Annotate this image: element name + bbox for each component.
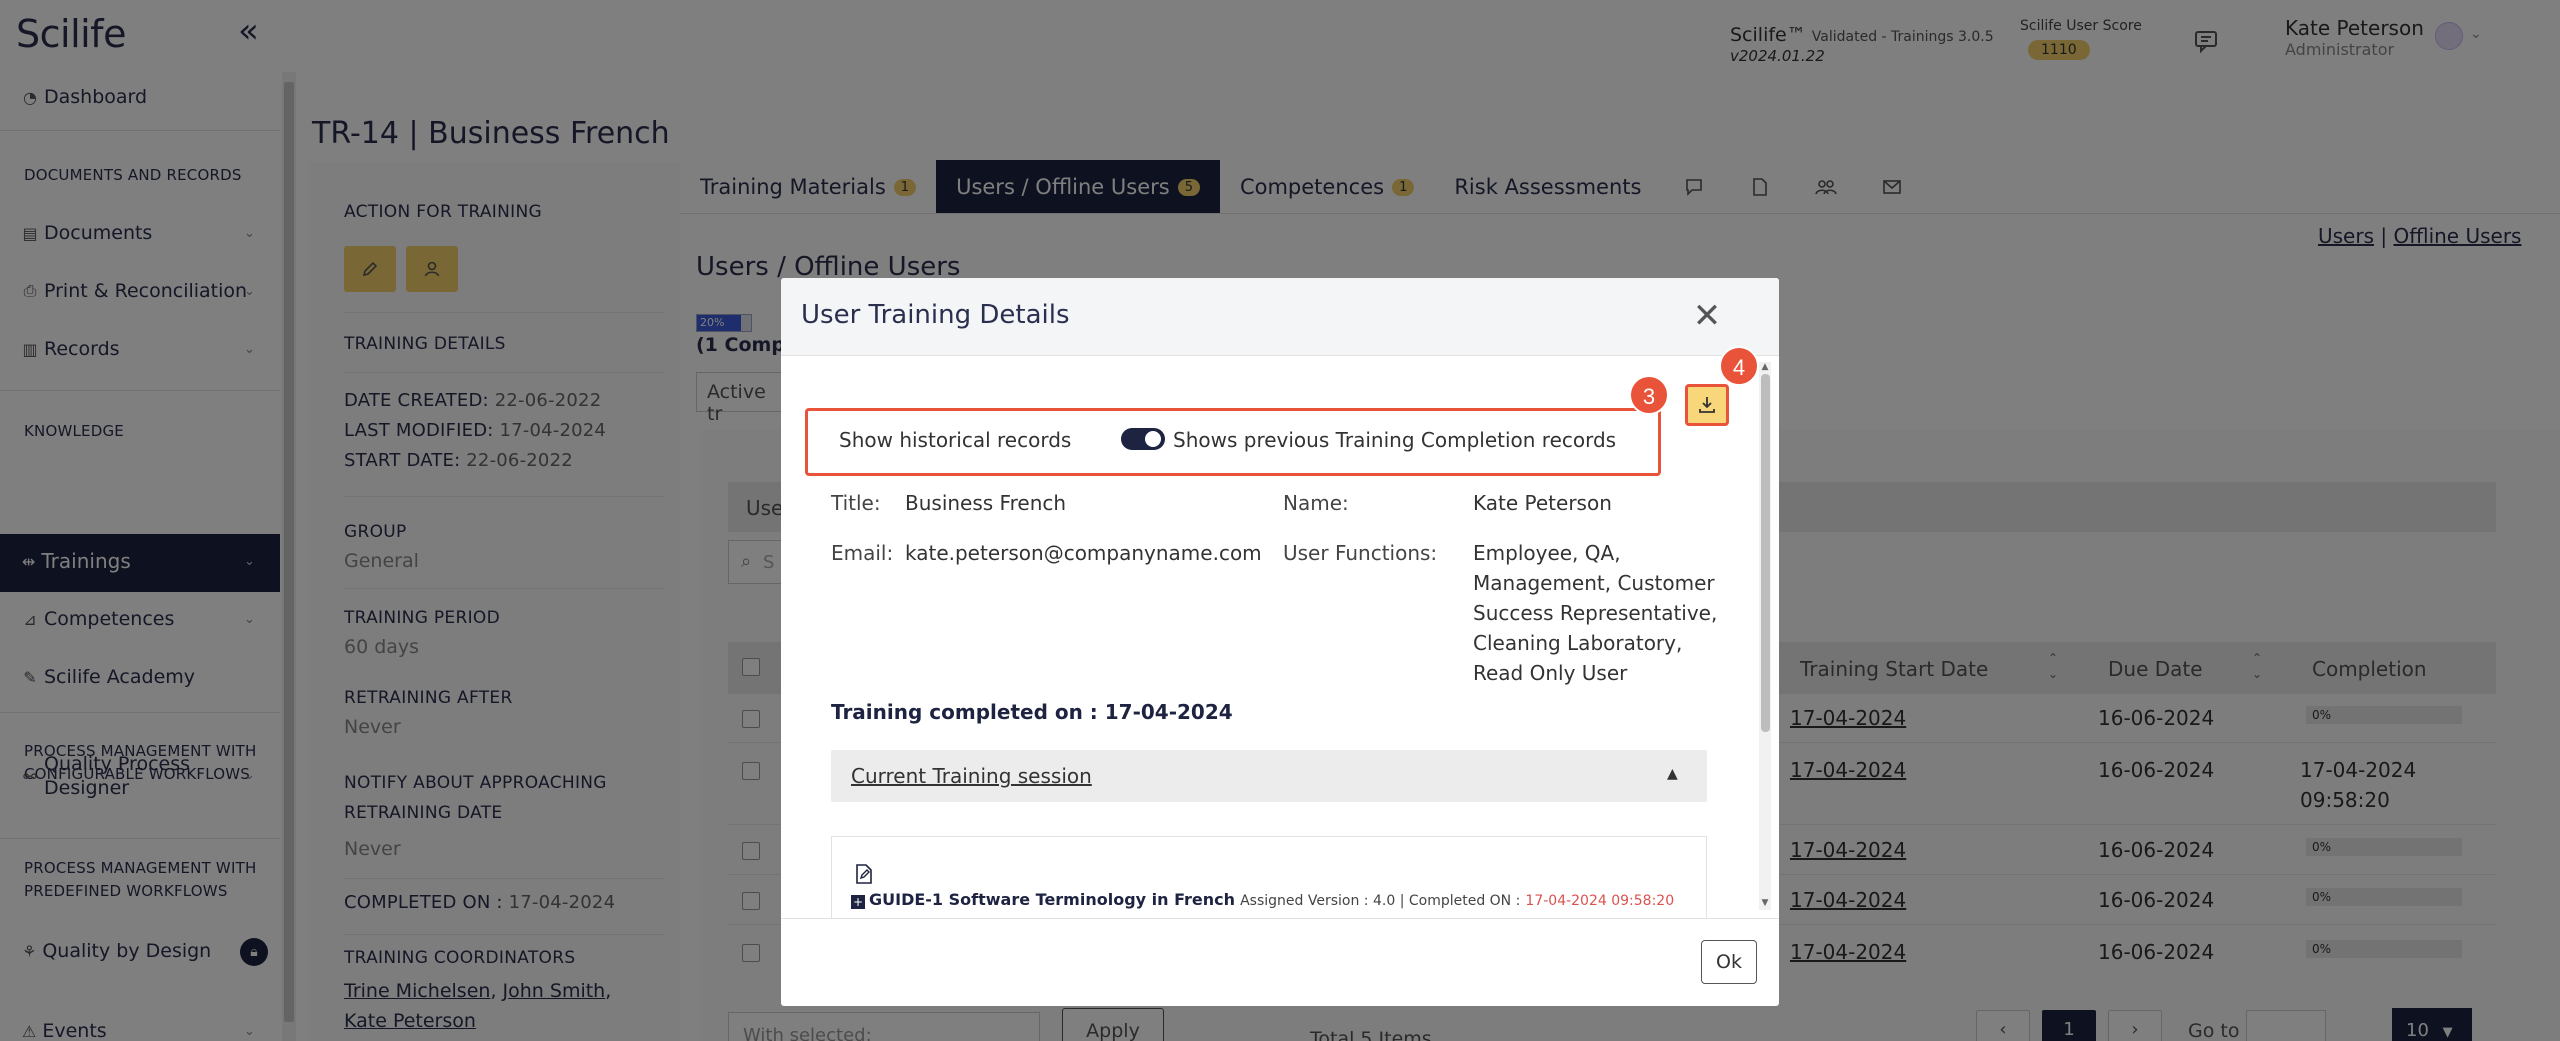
training-completed-on: Training completed on : 17-04-2024 [831, 700, 1233, 724]
download-button[interactable] [1685, 384, 1729, 426]
functions-value: Employee, QA, Management, Customer Succe… [1473, 538, 1717, 688]
scroll-up-icon[interactable]: ▲ [1759, 362, 1771, 372]
email-value: kate.peterson@companyname.com [905, 541, 1262, 565]
current-session-accordion[interactable]: Current Training session ▲ [831, 750, 1707, 802]
title-value: Business French [905, 491, 1067, 515]
modal-header: User Training Details ✕ [781, 278, 1779, 356]
modal-title: User Training Details [801, 300, 1070, 330]
ok-button[interactable]: Ok [1701, 940, 1757, 984]
email-key: Email: [831, 541, 894, 565]
user-training-details-modal: User Training Details ✕ Show historical … [781, 278, 1779, 1006]
name-key: Name: [1283, 491, 1349, 515]
function-line: Management, Customer [1473, 571, 1715, 595]
caret-up-icon[interactable]: ▲ [1667, 766, 1678, 782]
modal-scrollbar-thumb[interactable] [1761, 374, 1770, 732]
title-key: Title: [831, 491, 881, 515]
show-historical-label: Show historical records [839, 428, 1072, 452]
guide-name[interactable]: GUIDE-1 Software Terminology in French [869, 890, 1235, 909]
accordion-label[interactable]: Current Training session [851, 764, 1092, 788]
step-callout-3: 3 [1629, 375, 1669, 415]
function-line: Read Only User [1473, 661, 1628, 685]
expand-plus-icon[interactable]: + [851, 895, 865, 909]
download-icon [1699, 397, 1715, 413]
function-line: Cleaning Laboratory, [1473, 631, 1683, 655]
function-line: Success Representative, [1473, 601, 1718, 625]
guide-meta: Assigned Version : 4.0 | Completed ON : [1240, 893, 1521, 909]
step-callout-4: 4 [1719, 346, 1759, 386]
name-value: Kate Peterson [1473, 491, 1612, 515]
training-material-row: + GUIDE-1 Software Terminology in French … [851, 890, 1674, 909]
historical-records-toggle[interactable] [1121, 428, 1165, 450]
modal-footer-divider [781, 918, 1779, 919]
close-icon[interactable]: ✕ [1687, 296, 1727, 336]
scroll-down-icon[interactable]: ▼ [1759, 898, 1771, 908]
functions-key: User Functions: [1283, 541, 1438, 565]
guide-completed-date: 17-04-2024 09:58:20 [1525, 893, 1675, 909]
toggle-description: Shows previous Training Completion recor… [1173, 428, 1617, 452]
function-line: Employee, QA, [1473, 541, 1621, 565]
document-edit-icon [856, 864, 872, 884]
